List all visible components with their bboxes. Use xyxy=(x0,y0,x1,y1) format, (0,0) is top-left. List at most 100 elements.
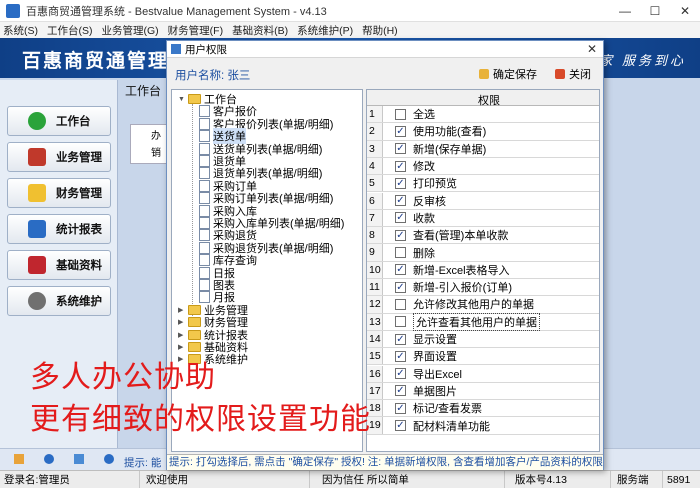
toolbar-icon[interactable] xyxy=(44,454,54,464)
close-icon[interactable]: ✕ xyxy=(587,42,597,56)
permission-checkbox[interactable]: ✓ xyxy=(395,281,406,293)
menu-finance[interactable]: 财务管理(F) xyxy=(168,23,223,38)
menu-business[interactable]: 业务管理(G) xyxy=(102,23,159,38)
expand-icon[interactable]: ▶ xyxy=(178,343,186,351)
document-icon xyxy=(199,204,210,217)
close-window-button[interactable]: ✕ xyxy=(670,0,700,22)
toolbar-icon[interactable] xyxy=(14,454,24,464)
status-user: 登录名:管理员 xyxy=(0,470,140,488)
permission-row[interactable]: 9 删除 xyxy=(367,244,599,262)
permission-checkbox[interactable]: ✓ xyxy=(395,143,406,155)
permission-row[interactable]: 6 ✓ 反审核 xyxy=(367,192,599,210)
document-icon xyxy=(199,254,210,267)
permission-checkbox[interactable] xyxy=(395,108,406,120)
permission-checkbox[interactable] xyxy=(395,298,406,310)
row-number: 1 xyxy=(367,106,383,123)
chart-icon xyxy=(28,220,46,238)
document-icon xyxy=(199,179,210,192)
close-button[interactable]: 关闭 xyxy=(555,66,591,82)
window-titlebar: 百惠商贸通管理系统 - Bestvalue Management System … xyxy=(0,0,700,22)
dialog-hint: 提示: 打勾选择后, 需点击 "确定保存" 授权! 注: 单据新增权限, 含查看… xyxy=(167,454,603,470)
status-bar: 登录名:管理员 欢迎使用 因为信任 所以简单 版本号4.13 服务端 5891 xyxy=(0,470,700,488)
outer-hint: 提示: 能 xyxy=(124,457,162,469)
permission-label: 收款 xyxy=(413,212,435,225)
background-tree-item[interactable]: 销 xyxy=(131,142,167,159)
sidebar-item-finance[interactable]: 财务管理 xyxy=(7,178,111,208)
permission-checkbox[interactable]: ✓ xyxy=(395,125,406,137)
permission-checkbox[interactable]: ✓ xyxy=(395,333,406,345)
sidebar-item-label: 系统维护 xyxy=(56,296,102,308)
expand-icon[interactable]: ▶ xyxy=(178,331,186,339)
permission-label: 新增-Excel表格导入 xyxy=(413,264,510,277)
sidebar-item-workbench[interactable]: 工作台 xyxy=(7,106,111,136)
toolbar-icon[interactable] xyxy=(74,454,84,464)
document-icon xyxy=(199,241,210,254)
menu-basic-data[interactable]: 基础资料(B) xyxy=(232,23,288,38)
permission-row[interactable]: 4 ✓ 修改 xyxy=(367,157,599,176)
save-button[interactable]: 确定保存 xyxy=(479,66,537,82)
tree-connector xyxy=(192,104,193,322)
menu-workbench[interactable]: 工作台(S) xyxy=(47,23,93,38)
permission-checkbox[interactable]: ✓ xyxy=(395,402,406,414)
permission-checkbox[interactable]: ✓ xyxy=(395,160,406,172)
row-number: 14 xyxy=(367,330,383,348)
permission-row[interactable]: 19 ✓ 配材料清单功能 xyxy=(367,417,599,435)
permission-checkbox[interactable]: ✓ xyxy=(395,350,406,362)
permission-row[interactable]: 15 ✓ 界面设置 xyxy=(367,348,599,366)
collapse-icon[interactable]: ▼ xyxy=(178,96,186,103)
document-icon xyxy=(199,229,210,242)
permission-checkbox[interactable] xyxy=(395,247,406,259)
status-welcome: 欢迎使用 xyxy=(140,470,310,488)
permission-row[interactable]: 2 ✓ 使用功能(查看) xyxy=(367,123,599,141)
book-icon xyxy=(28,256,46,274)
permission-row[interactable]: 14 ✓ 显示设置 xyxy=(367,330,599,349)
permission-row[interactable]: 18 ✓ 标记/查看发票 xyxy=(367,400,599,418)
permission-row[interactable]: 1 全选 xyxy=(367,106,599,124)
permission-row[interactable]: 17 ✓ 单据图片 xyxy=(367,382,599,401)
toolbar-icon[interactable] xyxy=(104,454,114,464)
expand-icon[interactable]: ▶ xyxy=(178,306,186,314)
permission-label: 允许修改其他用户的单据 xyxy=(413,299,534,312)
background-tree-item[interactable]: 办 xyxy=(131,125,167,142)
permission-checkbox[interactable]: ✓ xyxy=(395,177,406,189)
menu-system[interactable]: 系统(S) xyxy=(3,23,38,38)
permission-checkbox[interactable]: ✓ xyxy=(395,229,406,241)
permission-row[interactable]: 3 ✓ 新增(保存单据) xyxy=(367,140,599,158)
permission-row[interactable]: 10 ✓ 新增-Excel表格导入 xyxy=(367,261,599,279)
expand-icon[interactable]: ▶ xyxy=(178,318,186,326)
menu-help[interactable]: 帮助(H) xyxy=(362,23,398,38)
minimize-button[interactable]: — xyxy=(610,0,640,22)
permission-checkbox[interactable]: ✓ xyxy=(395,420,406,432)
permission-checkbox[interactable]: ✓ xyxy=(395,195,406,207)
permission-checkbox[interactable]: ✓ xyxy=(395,264,406,276)
permission-row[interactable]: 11 ✓ 新增-引入报价(订单) xyxy=(367,279,599,297)
permission-label: 配材料清单功能 xyxy=(413,420,490,433)
save-icon xyxy=(479,69,489,79)
permission-row[interactable]: 8 ✓ 查看(管理)本单收款 xyxy=(367,227,599,245)
row-number: 16 xyxy=(367,365,383,382)
permission-checkbox[interactable]: ✓ xyxy=(395,212,406,224)
maximize-button[interactable]: ☐ xyxy=(640,0,670,22)
house-icon xyxy=(28,148,46,166)
brand-slogan: 家 服务到心 xyxy=(599,53,686,68)
sidebar-item-label: 基础资料 xyxy=(56,260,102,272)
permission-row[interactable]: 5 ✓ 打印预览 xyxy=(367,175,599,193)
save-button-label: 确定保存 xyxy=(493,69,537,81)
permission-row[interactable]: 13 允许查看其他用户的单据 xyxy=(367,312,599,331)
permission-row[interactable]: 7 ✓ 收款 xyxy=(367,209,599,228)
permission-row[interactable]: 12 允许修改其他用户的单据 xyxy=(367,296,599,314)
sidebar-item-maintenance[interactable]: 系统维护 xyxy=(7,286,111,316)
dialog-header: 用户名称: 张三 确定保存 关闭 xyxy=(167,58,603,88)
permission-checkbox[interactable] xyxy=(395,316,406,328)
document-icon xyxy=(199,167,210,180)
document-icon xyxy=(199,105,210,118)
sidebar-item-reports[interactable]: 统计报表 xyxy=(7,214,111,244)
row-number: 8 xyxy=(367,227,383,244)
menu-maintenance[interactable]: 系统维护(P) xyxy=(297,23,353,38)
sidebar-item-business[interactable]: 业务管理 xyxy=(7,142,111,172)
permission-checkbox[interactable]: ✓ xyxy=(395,368,406,380)
row-number: 13 xyxy=(367,313,383,330)
permission-checkbox[interactable]: ✓ xyxy=(395,385,406,397)
sidebar-item-basic-data[interactable]: 基础资料 xyxy=(7,250,111,280)
permission-row[interactable]: 16 ✓ 导出Excel xyxy=(367,365,599,383)
